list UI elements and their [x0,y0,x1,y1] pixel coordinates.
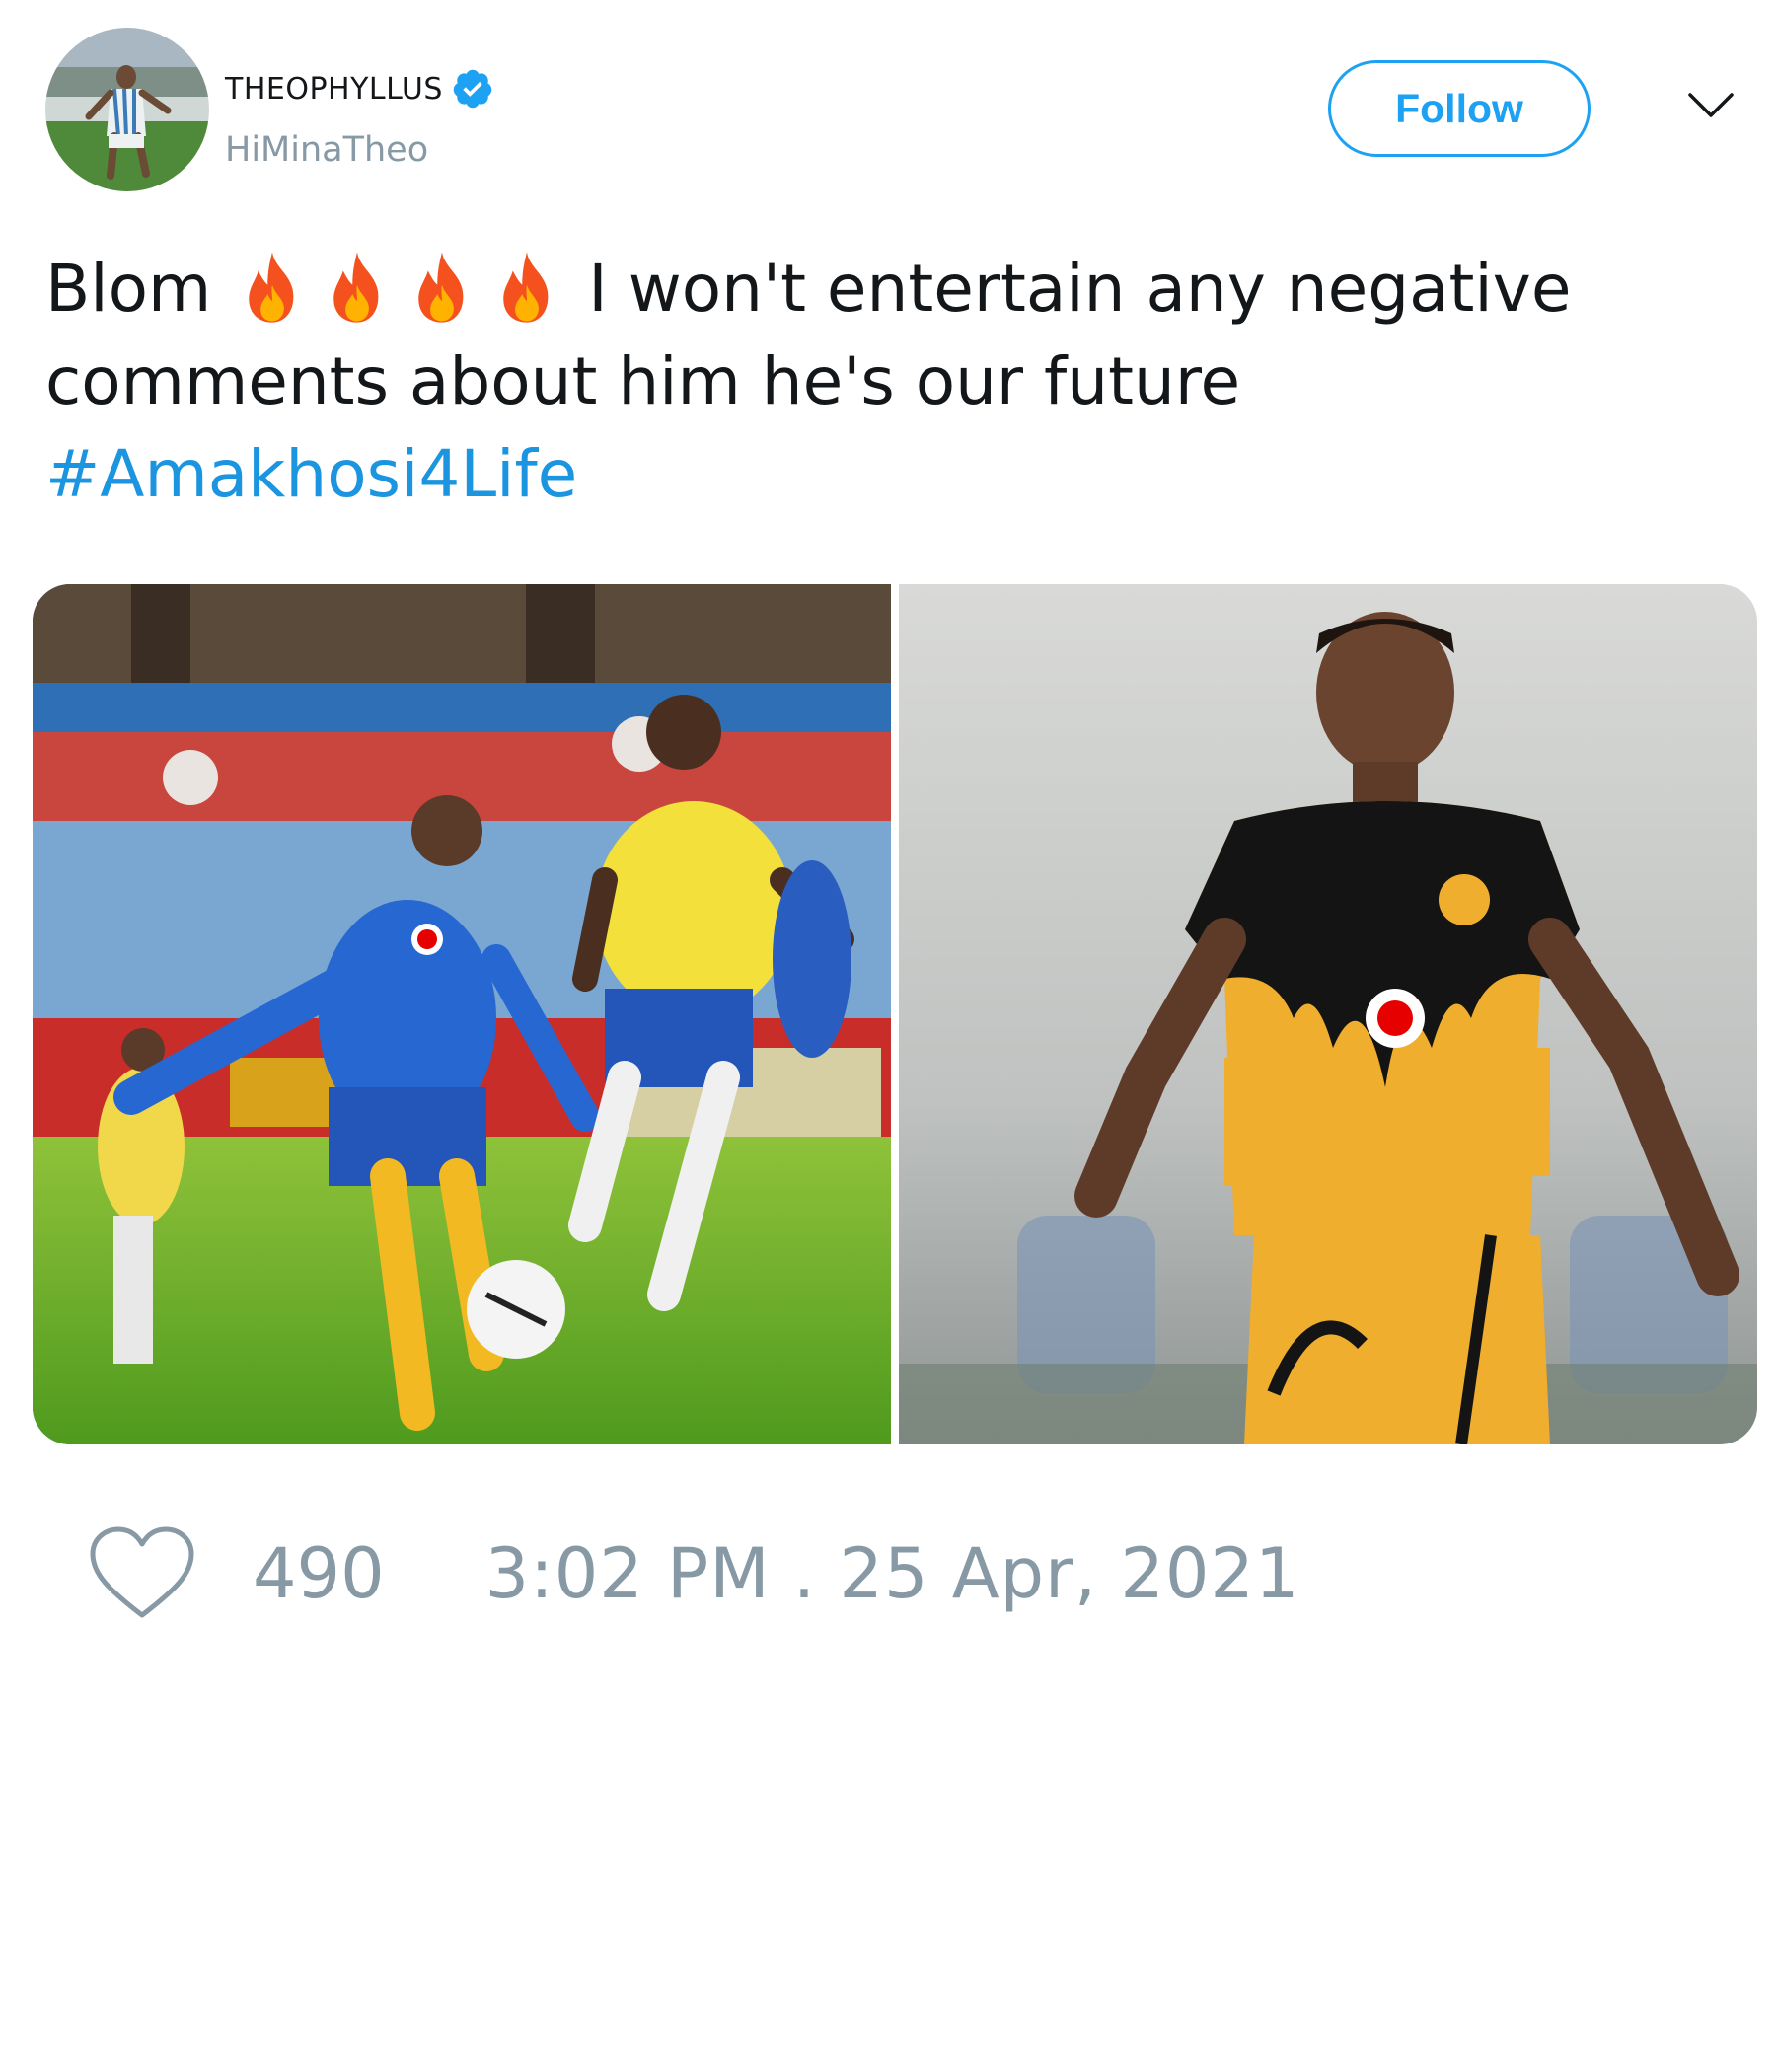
author-display-name[interactable]: THEOPHYLLUS [225,72,443,107]
avatar-photo [45,28,209,191]
tweet-footer: 490 3:02 PM . 25 Apr, 2021 [89,1519,1299,1628]
follow-button[interactable]: Follow [1328,60,1591,157]
avatar[interactable] [45,28,209,191]
tweet-text-lead: Blom [45,251,212,327]
fire-icon [333,252,379,323]
football-action-photo [33,584,891,1444]
hashtag-link[interactable]: #Amakhosi4Life [45,436,577,512]
media-photo-1[interactable] [33,584,891,1444]
media-grid [33,584,1757,1444]
like-count: 490 [253,1533,385,1614]
fire-icon [503,252,549,323]
fire-icon [418,252,464,323]
tweet-timestamp[interactable]: 3:02 PM . 25 Apr, 2021 [485,1533,1300,1614]
fire-emoji-group [235,251,574,327]
author-handle[interactable]: HiMinaTheo [225,130,428,170]
media-photo-2[interactable] [899,584,1757,1444]
fire-icon [249,252,294,323]
author-name-row[interactable]: THEOPHYLLUS [225,67,494,111]
verified-badge-icon [453,69,492,109]
football-portrait-photo [899,584,1757,1444]
tweet-text: Blom I won't entertain any negative comme… [45,243,1742,521]
chevron-down-icon[interactable] [1687,91,1735,120]
heart-icon[interactable] [89,1526,195,1621]
